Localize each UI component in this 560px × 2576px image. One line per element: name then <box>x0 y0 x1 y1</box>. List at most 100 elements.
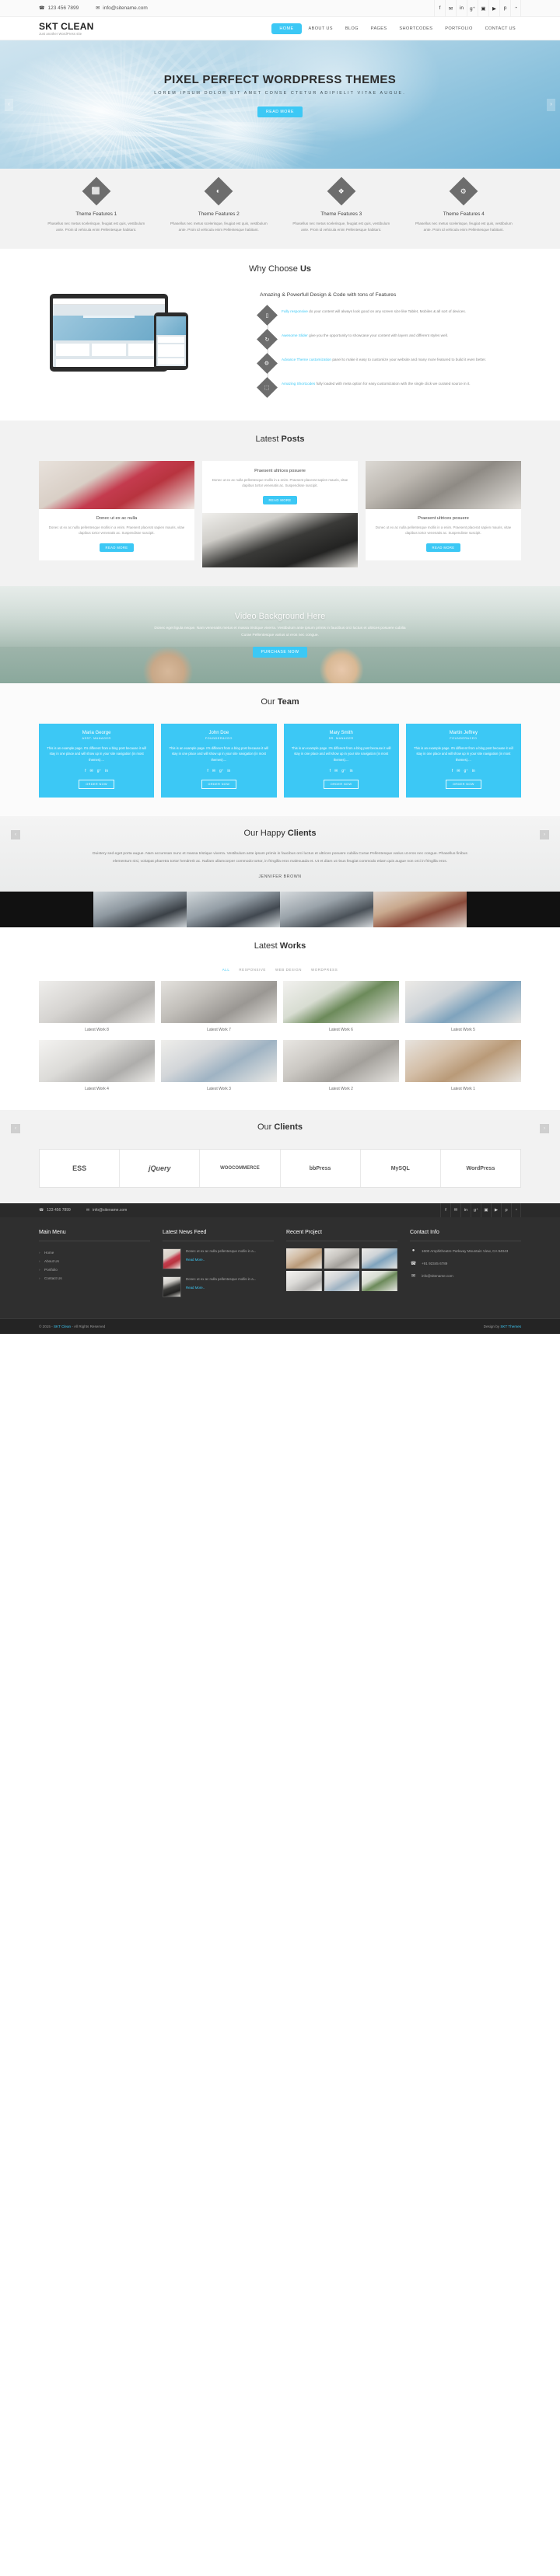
hero-read-more-button[interactable]: READ MORE <box>257 106 303 117</box>
pinterest-icon[interactable]: p <box>499 0 510 17</box>
client-logo-wordpress[interactable]: WordPress <box>441 1150 520 1187</box>
linkedin-icon[interactable]: in <box>350 769 353 773</box>
client-logo-bbpress[interactable]: bbPress <box>281 1150 361 1188</box>
footer-project-thumb-3[interactable] <box>362 1248 397 1269</box>
nav-item-blog[interactable]: BLOG <box>340 23 364 34</box>
twitter-icon[interactable]: ✉ <box>445 0 456 17</box>
top-bar-email[interactable]: ✉ info@sitename.com <box>96 5 148 11</box>
feature-card-2[interactable]: ◐ Theme Features 2 Phasellus nec metus s… <box>162 176 277 233</box>
google-plus-icon[interactable]: g⁺ <box>341 769 345 773</box>
filter-responsive[interactable]: RESPONSIVE <box>239 968 266 972</box>
footer-project-thumb-1[interactable] <box>286 1248 322 1269</box>
facebook-icon[interactable]: f <box>452 769 453 773</box>
work-item-7[interactable]: Latest Work 7 <box>161 981 277 1034</box>
post-card-left[interactable]: Donec ut ex ac nulla Donec ut ex ac null… <box>39 460 194 567</box>
footer-news-read-more-1[interactable]: Read More.. <box>186 1257 256 1262</box>
linkedin-icon[interactable]: in <box>460 1203 471 1218</box>
testimonial-prev-arrow[interactable]: ‹ <box>11 830 20 840</box>
footer-news-read-more-2[interactable]: Read More.. <box>186 1285 256 1290</box>
team-member-3[interactable]: Mary Smith SR. MANAGER This is an exampl… <box>283 724 399 798</box>
footer-link-about-us[interactable]: About Us <box>39 1257 150 1265</box>
work-item-6[interactable]: Latest Work 6 <box>283 981 399 1034</box>
google-plus-icon[interactable]: g⁺ <box>467 0 478 17</box>
facebook-icon[interactable]: f <box>434 0 445 17</box>
post-card-middle[interactable]: Praesent ultrices posuere Donec ut ex ac… <box>202 460 358 567</box>
team-order-button-2[interactable]: ORDER NOW <box>201 780 237 790</box>
youtube-icon[interactable]: ▶ <box>488 0 499 17</box>
work-item-5[interactable]: Latest Work 5 <box>405 981 521 1034</box>
flickr-icon[interactable]: ▣ <box>478 0 488 17</box>
facebook-icon[interactable]: f <box>85 769 86 773</box>
footer-bar-email[interactable]: ✉ info@sitename.com <box>86 1208 127 1213</box>
footer-phone-row[interactable]: ☎ +91 92345 6789 <box>410 1261 521 1267</box>
footer-project-thumb-6[interactable] <box>362 1271 397 1292</box>
post-card-right[interactable]: Praesent ultrices posuere Donec ut ex ac… <box>366 460 521 567</box>
facebook-icon[interactable]: f <box>207 769 208 773</box>
google-plus-icon[interactable]: g⁺ <box>97 769 101 773</box>
nav-item-pages[interactable]: PAGES <box>366 23 393 34</box>
footer-project-thumb-5[interactable] <box>324 1271 360 1292</box>
team-order-button-3[interactable]: ORDER NOW <box>323 780 359 790</box>
linkedin-icon[interactable]: in <box>105 769 108 773</box>
google-plus-icon[interactable]: g⁺ <box>464 769 468 773</box>
linkedin-icon[interactable]: in <box>456 0 467 17</box>
filter-wordpress[interactable]: WORDPRESS <box>311 968 338 972</box>
nav-item-contact-us[interactable]: CONTACT US <box>480 23 521 34</box>
slider-next-arrow[interactable]: › <box>547 98 555 111</box>
logo[interactable]: SKT CLEAN Just another WordPress site <box>39 22 93 36</box>
footer-email-row[interactable]: ✉ info@sitename.com <box>410 1273 521 1279</box>
flickr-icon[interactable]: ▣ <box>481 1203 491 1218</box>
linkedin-icon[interactable]: in <box>472 769 475 773</box>
twitter-icon[interactable]: ✉ <box>457 769 460 773</box>
footer-bar-phone[interactable]: ☎ 123 456 7899 <box>39 1208 71 1213</box>
work-item-8[interactable]: Latest Work 8 <box>39 981 155 1034</box>
team-member-2[interactable]: John Doe FOUNDER&CEO This is an example … <box>161 724 277 798</box>
team-member-4[interactable]: Martin Jeffrey FOUNDER&CEO This is an ex… <box>405 724 521 798</box>
rss-icon[interactable]: ◔ <box>511 1203 521 1218</box>
google-plus-icon[interactable]: g⁺ <box>471 1203 481 1218</box>
twitter-icon[interactable]: ✉ <box>334 769 338 773</box>
footer-link-contact-us[interactable]: Contact Us <box>39 1274 150 1283</box>
twitter-icon[interactable]: ✉ <box>450 1203 460 1218</box>
work-item-4[interactable]: Latest Work 4 <box>39 1040 155 1093</box>
rss-icon[interactable]: ◔ <box>510 0 521 17</box>
filter-all[interactable]: ALL <box>222 968 230 972</box>
client-logo-jquery[interactable]: jQuery <box>120 1150 201 1188</box>
twitter-icon[interactable]: ✉ <box>212 769 215 773</box>
post-read-more-right[interactable]: READ MORE <box>425 543 461 552</box>
slider-prev-arrow[interactable]: ‹ <box>5 98 13 111</box>
footer-project-thumb-4[interactable] <box>286 1271 322 1292</box>
clients-prev-arrow[interactable]: ‹ <box>11 1124 20 1134</box>
linkedin-icon[interactable]: in <box>227 769 230 773</box>
work-item-3[interactable]: Latest Work 3 <box>161 1040 277 1093</box>
top-bar-phone[interactable]: ☎ 123 456 7899 <box>39 5 79 11</box>
google-plus-icon[interactable]: g⁺ <box>219 769 223 773</box>
purchase-now-button[interactable]: PURCHASE NOW <box>252 646 308 658</box>
team-member-1[interactable]: Maria George ASST. MANAGER This is an ex… <box>39 724 155 798</box>
feature-card-4[interactable]: ⚙ Theme Features 4 Phasellus nec metus s… <box>407 176 522 233</box>
footer-news-item-1[interactable]: Donec ut ex ac nulla pellentesque mollis… <box>163 1248 274 1270</box>
client-logo-mysql[interactable]: MySQL <box>361 1150 441 1188</box>
footer-news-item-2[interactable]: Donec ut ex ac nulla pellentesque mollis… <box>163 1276 274 1298</box>
client-logo-ess[interactable]: ESS <box>40 1150 121 1188</box>
nav-item-about-us[interactable]: ABOUT US <box>303 23 338 34</box>
copyright-link[interactable]: SKT Clean <box>54 1325 71 1328</box>
filter-web-design[interactable]: WEB DESIGN <box>275 968 302 972</box>
post-read-more-middle[interactable]: READ MORE <box>262 496 298 504</box>
footer-link-home[interactable]: Home <box>39 1248 150 1257</box>
post-read-more-left[interactable]: READ MORE <box>99 543 135 552</box>
team-order-button-4[interactable]: ORDER NOW <box>446 780 481 790</box>
team-order-button-1[interactable]: ORDER NOW <box>79 780 114 790</box>
clients-next-arrow[interactable]: › <box>540 1124 549 1134</box>
facebook-icon[interactable]: f <box>330 769 331 773</box>
feature-card-1[interactable]: ⬜ Theme Features 1 Phasellus nec metus s… <box>39 176 154 233</box>
work-item-2[interactable]: Latest Work 2 <box>283 1040 399 1093</box>
testimonial-next-arrow[interactable]: › <box>540 830 549 840</box>
work-item-1[interactable]: Latest Work 1 <box>405 1040 521 1093</box>
design-link[interactable]: SKT Themes <box>500 1325 521 1328</box>
client-logo-woocommerce[interactable]: WOOCOMMERCE <box>200 1150 281 1188</box>
youtube-icon[interactable]: ▶ <box>491 1203 501 1218</box>
facebook-icon[interactable]: f <box>440 1203 450 1218</box>
footer-link-portfolio[interactable]: Portfolio <box>39 1265 150 1274</box>
pinterest-icon[interactable]: p <box>501 1203 511 1218</box>
